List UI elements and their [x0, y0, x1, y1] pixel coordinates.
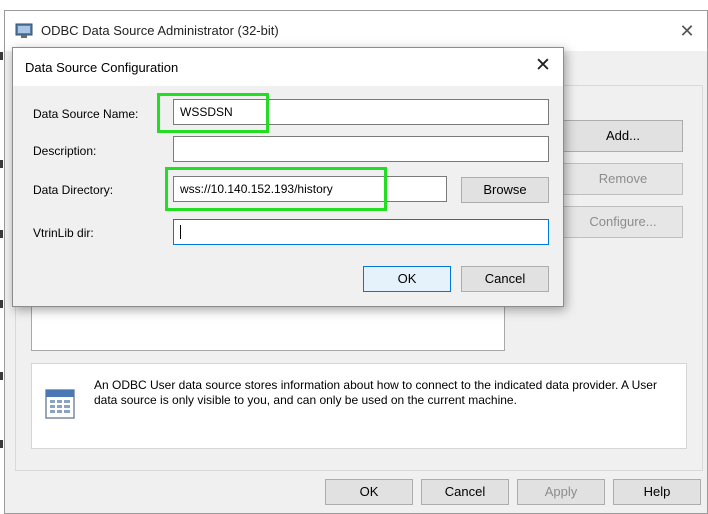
ok-button[interactable]: OK: [325, 479, 413, 505]
highlight-box-dsn: [157, 93, 269, 133]
configure-button[interactable]: Configure...: [563, 206, 683, 238]
close-icon[interactable]: ✕: [675, 19, 699, 43]
edge-mark: [0, 160, 3, 168]
dialog-cancel-button[interactable]: Cancel: [461, 266, 549, 292]
help-button[interactable]: Help: [613, 479, 701, 505]
info-panel: An ODBC User data source stores informat…: [31, 363, 687, 449]
data-directory-label: Data Directory:: [33, 183, 114, 197]
vtrinlib-dir-field[interactable]: [173, 219, 549, 245]
dialog-title-bar: Data Source Configuration ✕: [13, 48, 563, 86]
apply-button[interactable]: Apply: [517, 479, 605, 505]
description-field[interactable]: [173, 136, 549, 162]
text-caret: [180, 225, 181, 239]
dialog-close-icon[interactable]: ✕: [531, 54, 555, 78]
description-label: Description:: [33, 144, 97, 158]
info-text: An ODBC User data source stores informat…: [94, 378, 657, 407]
dialog-title: Data Source Configuration: [25, 60, 179, 75]
dialog-ok-button[interactable]: OK: [363, 266, 451, 292]
cancel-button[interactable]: Cancel: [421, 479, 509, 505]
edge-mark: [0, 372, 3, 380]
window-title-bar: ODBC Data Source Administrator (32-bit) …: [5, 11, 707, 51]
edge-mark: [0, 230, 3, 238]
edge-mark: [0, 440, 3, 448]
odbc-app-icon: [15, 23, 33, 38]
data-source-icon: [45, 389, 75, 419]
edge-mark: [0, 52, 3, 60]
remove-button[interactable]: Remove: [563, 163, 683, 195]
vtrinlib-label: VtrinLib dir:: [33, 226, 94, 240]
window-title: ODBC Data Source Administrator (32-bit): [41, 23, 279, 38]
edge-mark: [0, 300, 3, 308]
dsn-label: Data Source Name:: [33, 107, 139, 121]
highlight-box-directory: [165, 167, 387, 211]
add-button[interactable]: Add...: [563, 120, 683, 152]
browse-button[interactable]: Browse: [461, 177, 549, 203]
data-source-configuration-dialog: Data Source Configuration ✕ Data Source …: [12, 47, 564, 307]
